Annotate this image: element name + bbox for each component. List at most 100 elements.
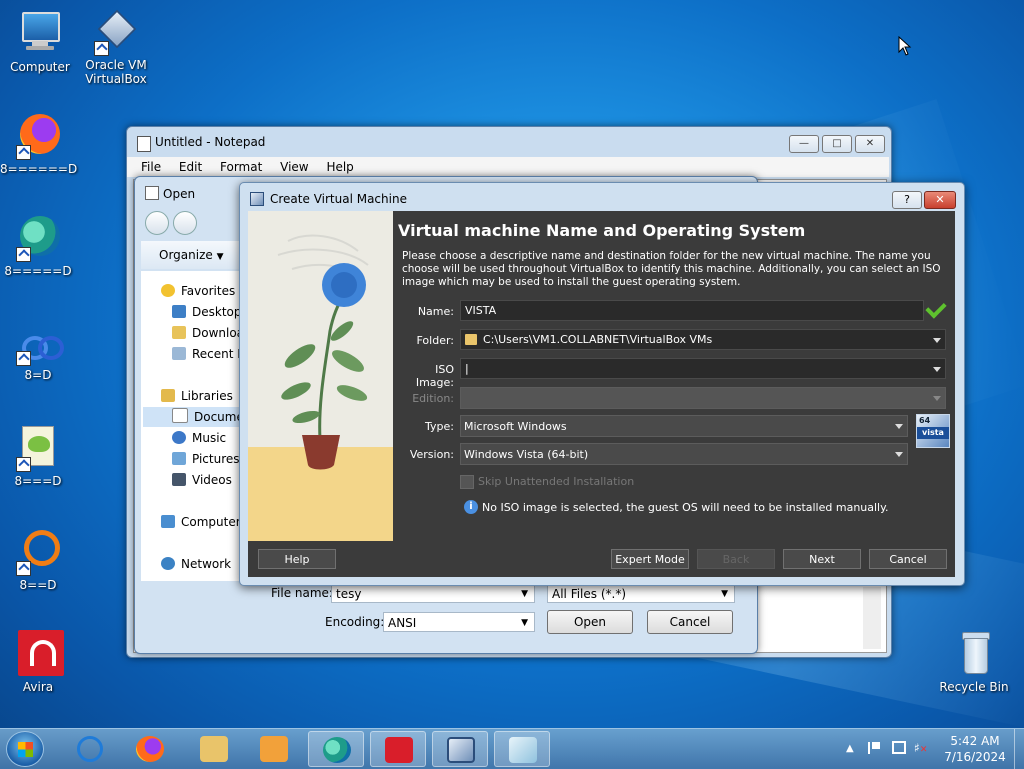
tree-item-libraries[interactable]: Libraries [161, 389, 233, 403]
create-vm-title: Create Virtual Machine [270, 192, 407, 206]
windows-logo-icon [18, 742, 33, 757]
version-select[interactable]: Windows Vista (64-bit) [460, 443, 908, 465]
desktop-icon-computer[interactable]: Computer [2, 10, 78, 74]
downloads-folder-icon [172, 326, 186, 339]
music-icon [172, 431, 186, 444]
desktop-icon-label: 8==D [19, 578, 57, 592]
chevron-down-icon [933, 396, 941, 401]
taskbar-firefox[interactable] [122, 731, 178, 767]
taskbar-edge[interactable] [308, 731, 364, 767]
taskbar-ie[interactable] [62, 731, 118, 767]
tree-item-pictures[interactable]: Pictures [172, 452, 240, 466]
encoding-label: Encoding: [325, 615, 385, 629]
firefox-icon [14, 112, 62, 160]
notepad-scrollbar[interactable] [863, 587, 881, 649]
desktop-icon-firefox[interactable]: 8======D [0, 112, 78, 176]
name-input[interactable]: VISTA [460, 300, 924, 321]
chevron-down-icon: ▼ [216, 252, 224, 262]
open-dialog-title: Open [163, 187, 196, 201]
file-type-select[interactable]: All Files (*.*) ▼ [547, 583, 735, 603]
chevron-down-icon [933, 367, 941, 372]
desktop-icon-avira[interactable]: Avira [0, 630, 76, 694]
show-hidden-icons-button[interactable]: ▲ [846, 743, 854, 754]
nav-back-button[interactable] [145, 211, 169, 235]
help-title-button[interactable]: ? [892, 191, 922, 209]
expert-mode-button[interactable]: Expert Mode [611, 549, 689, 569]
tree-item-music[interactable]: Music [172, 431, 226, 445]
valid-check-icon [925, 297, 947, 319]
tree-item-network[interactable]: Network [161, 557, 231, 571]
cancel-vm-button[interactable]: Cancel [869, 549, 947, 569]
pictures-icon [172, 452, 186, 465]
notepad-title: Untitled - Notepad [155, 135, 266, 149]
menu-file[interactable]: File [141, 160, 161, 174]
skip-unattended-checkbox[interactable] [460, 475, 474, 489]
close-title-button[interactable]: ✕ [924, 191, 956, 209]
desktop-icon-label: 8======D [0, 162, 78, 176]
tree-item-recent[interactable]: Recent P [172, 347, 245, 361]
help-button[interactable]: Help [258, 549, 336, 569]
clock[interactable]: 5:42 AM 7/16/2024 [940, 733, 1010, 765]
network-status-icon[interactable] [892, 741, 906, 754]
menu-edit[interactable]: Edit [179, 160, 202, 174]
shortcut-arrow-icon [16, 145, 31, 160]
menu-view[interactable]: View [280, 160, 308, 174]
recycle-bin-icon [950, 630, 998, 678]
taskbar-virtualbox[interactable] [432, 731, 488, 767]
iso-image-select[interactable]: | [460, 358, 946, 379]
file-name-input[interactable]: tesy ▼ [331, 583, 535, 603]
desktop-icon-label: Avira [22, 680, 54, 694]
clock-time: 5:42 AM [950, 734, 1000, 748]
version-label: Version: [409, 448, 454, 461]
desktop-icon-virtualbox[interactable]: Oracle VM VirtualBox [78, 8, 154, 86]
notepad-maximize-button[interactable]: □ [822, 135, 852, 153]
desktop-icon-recycle-bin[interactable]: Recycle Bin [936, 630, 1012, 694]
edge-icon [323, 737, 351, 763]
taskbar-notepad[interactable] [494, 731, 550, 767]
next-button[interactable]: Next [783, 549, 861, 569]
iso-image-label: ISO Image: [415, 363, 454, 389]
desktop-icon-edge[interactable]: 8=====D [0, 214, 76, 278]
menu-help[interactable]: Help [326, 160, 353, 174]
create-vm-body: Virtual machine Name and Operating Syste… [248, 211, 955, 577]
encoding-select[interactable]: ANSI ▼ [383, 612, 535, 632]
tree-item-downloads[interactable]: Downloa [172, 326, 244, 340]
organize-button[interactable]: Organize ▼ [159, 248, 224, 262]
tree-item-desktop[interactable]: Desktop [172, 305, 242, 319]
tree-item-documents[interactable]: Documen [143, 407, 251, 427]
tree-item-computer[interactable]: Computer [161, 515, 241, 529]
desktop-icon-notepadpp[interactable]: 8===D [0, 424, 76, 488]
desktop-icon-origin[interactable]: 8==D [0, 528, 76, 592]
edition-select[interactable] [460, 387, 946, 409]
nav-forward-button[interactable] [173, 211, 197, 235]
volume-muted-icon[interactable]: ♯✕ [914, 741, 928, 755]
notepad-close-button[interactable]: ✕ [855, 135, 885, 153]
mouse-cursor-icon [898, 36, 912, 56]
info-icon: i [464, 500, 478, 514]
back-button[interactable]: Back [697, 549, 775, 569]
type-select[interactable]: Microsoft Windows [460, 415, 908, 437]
start-button[interactable] [6, 731, 44, 767]
cancel-button[interactable]: Cancel [647, 610, 733, 634]
tree-item-videos[interactable]: Videos [172, 473, 232, 487]
desktop-icon-label: 8=D [24, 368, 52, 382]
create-vm-dialog[interactable]: Create Virtual Machine ? ✕ Virtual machi… [239, 182, 965, 586]
menu-format[interactable]: Format [220, 160, 262, 174]
edition-label: Edition: [412, 392, 454, 405]
notepad-minimize-button[interactable]: — [789, 135, 819, 153]
edge-icon [14, 214, 62, 262]
tree-item-favorites[interactable]: Favorites [161, 284, 235, 298]
open-dialog-icon [145, 186, 159, 200]
folder-select[interactable]: C:\Users\VM1.COLLABNET\VirtualBox VMs [460, 329, 946, 350]
taskbar-media-player[interactable] [246, 731, 302, 767]
flower-plant-icon [277, 234, 369, 470]
taskbar-avira[interactable] [370, 731, 426, 767]
action-center-flag-icon[interactable] [868, 742, 880, 754]
notepad-menubar: File Edit Format View Help [127, 157, 889, 177]
taskbar-explorer[interactable] [186, 731, 242, 767]
desktop-icon-infinity[interactable]: 8=D [0, 330, 76, 382]
folder-icon [465, 334, 477, 345]
iso-info-message: No ISO image is selected, the guest OS w… [482, 501, 889, 514]
open-button[interactable]: Open [547, 610, 633, 634]
show-desktop-button[interactable] [1014, 729, 1024, 769]
